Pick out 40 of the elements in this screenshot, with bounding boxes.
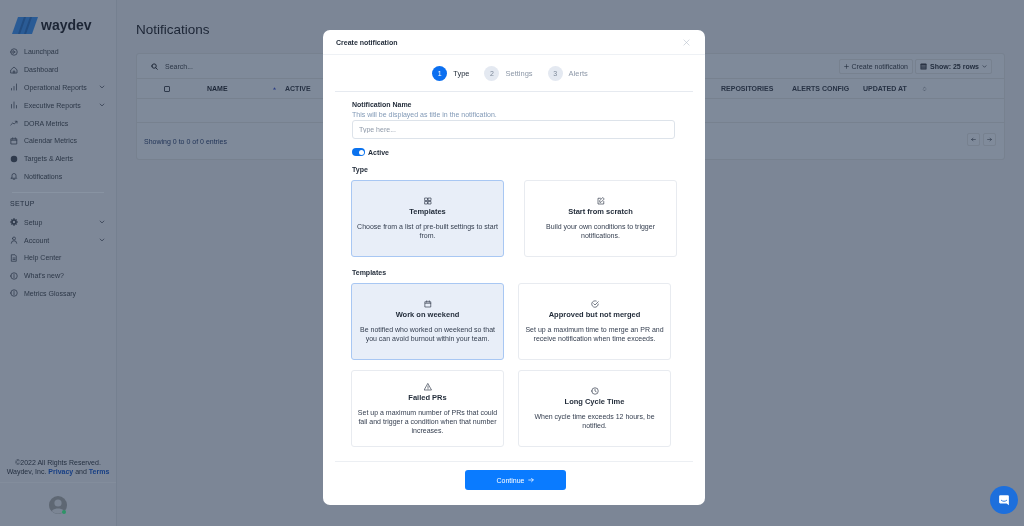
close-icon bbox=[683, 38, 690, 46]
table-icon bbox=[920, 62, 927, 70]
arrow-left-icon bbox=[971, 137, 976, 142]
sort-arrow-icon bbox=[272, 86, 277, 91]
arrow-right-icon bbox=[987, 137, 992, 142]
clock-icon bbox=[590, 387, 599, 395]
bell-icon bbox=[10, 172, 18, 181]
document-icon bbox=[10, 253, 18, 262]
chat-launcher-button[interactable] bbox=[990, 486, 1018, 514]
bar-chart-icon bbox=[10, 101, 18, 110]
plus-icon bbox=[843, 63, 849, 69]
previous-page-button[interactable] bbox=[967, 133, 980, 146]
chevron-down-icon bbox=[99, 84, 105, 91]
calendar-icon bbox=[10, 136, 18, 145]
chevron-down-icon bbox=[982, 63, 987, 69]
search-icon bbox=[151, 62, 158, 70]
chevron-down-icon bbox=[99, 237, 105, 244]
logo-text: waydev bbox=[41, 17, 92, 34]
chevron-down-icon bbox=[99, 219, 105, 226]
grid-icon bbox=[423, 197, 432, 205]
info-icon bbox=[10, 289, 18, 298]
user-avatar[interactable] bbox=[49, 495, 67, 514]
info-icon bbox=[10, 271, 18, 280]
trend-line-icon bbox=[10, 119, 18, 128]
next-page-button[interactable] bbox=[983, 133, 996, 146]
arrow-right-icon bbox=[527, 477, 534, 483]
close-button[interactable] bbox=[683, 38, 690, 46]
chevron-down-icon bbox=[99, 102, 105, 109]
chat-bubble-icon bbox=[998, 494, 1010, 506]
active-toggle[interactable] bbox=[352, 148, 365, 156]
bar-chart-icon bbox=[10, 83, 18, 92]
calendar-icon bbox=[423, 300, 432, 308]
up-down-arrows-icon[interactable] bbox=[922, 85, 927, 92]
page-title: Notifications bbox=[136, 21, 210, 39]
home-icon bbox=[10, 65, 18, 74]
logo-mark-icon bbox=[12, 17, 38, 34]
person-icon bbox=[10, 236, 18, 245]
select-all-checkbox[interactable] bbox=[164, 85, 170, 92]
warning-icon bbox=[423, 382, 432, 391]
settings-icon bbox=[10, 218, 18, 227]
